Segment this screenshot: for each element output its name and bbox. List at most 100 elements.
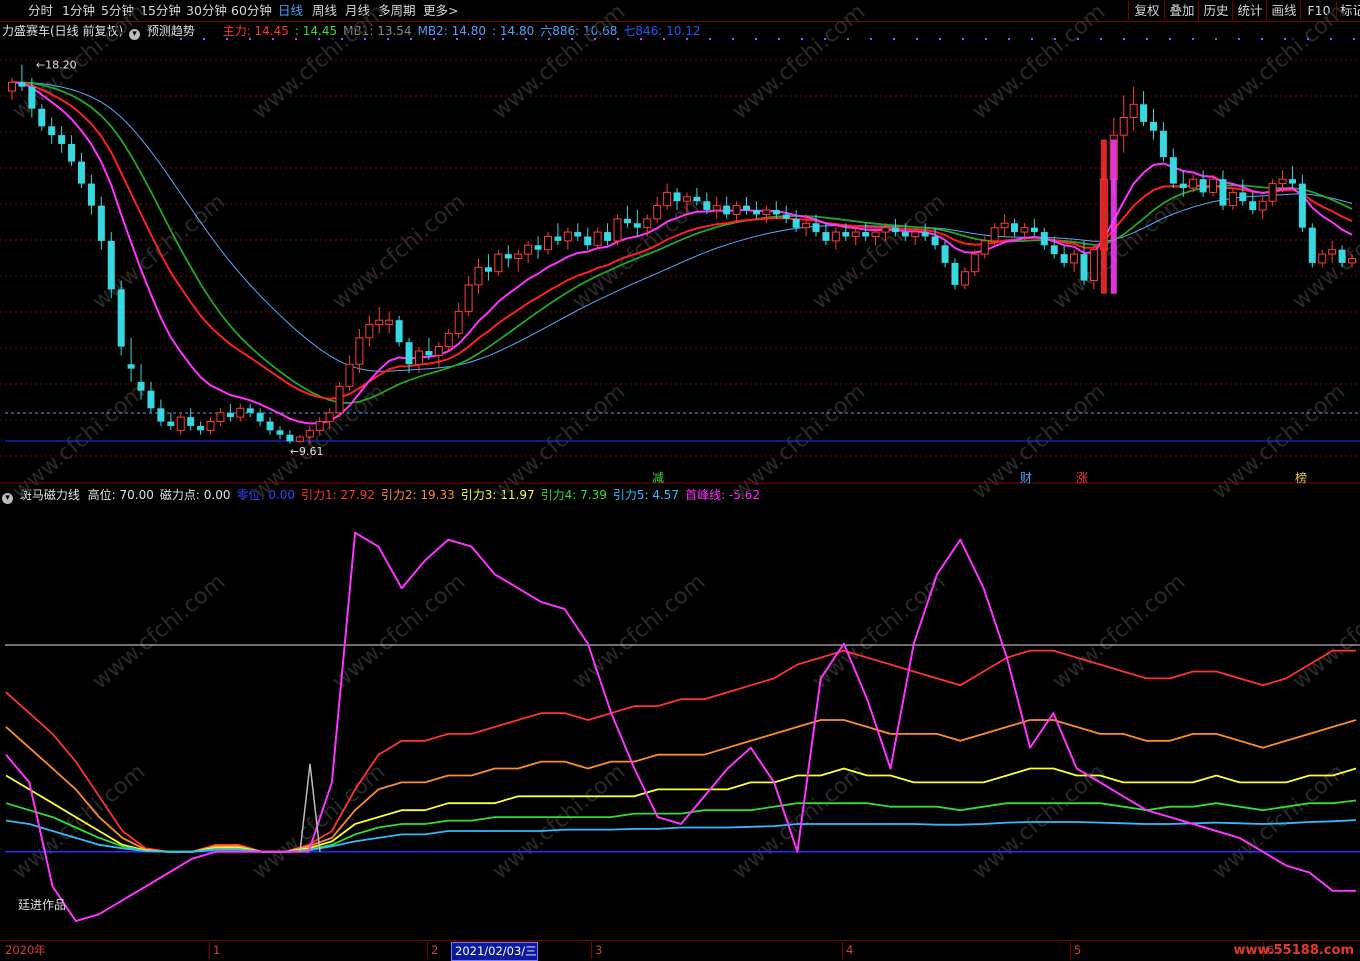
- candle-body: [355, 337, 364, 365]
- dot-marker: [1054, 38, 1056, 40]
- candle-body: [623, 218, 631, 224]
- dot-marker: [962, 38, 964, 40]
- candle-body: [216, 412, 225, 423]
- candle-body: [822, 232, 830, 241]
- candle-body: [434, 346, 443, 356]
- signal-marker: 财: [1020, 471, 1032, 485]
- candle-body: [951, 262, 959, 285]
- candle-body: [1328, 249, 1337, 255]
- candle-body: [563, 231, 572, 242]
- candle-body: [1179, 183, 1187, 188]
- dot-marker: [180, 38, 182, 40]
- dot-marker: [594, 38, 596, 40]
- candle-body: [365, 324, 374, 339]
- candle-body: [1199, 179, 1207, 193]
- watermark-text: www.cfchi.com: [328, 189, 470, 314]
- watermark-text: www.cfchi.com: [1208, 379, 1350, 504]
- candle-body: [901, 232, 909, 237]
- candle-body: [1249, 201, 1257, 211]
- candle-body: [703, 201, 711, 211]
- candle-body: [831, 231, 840, 242]
- candle-body: [206, 421, 215, 431]
- candle-body: [584, 236, 592, 246]
- candle-body: [28, 86, 36, 109]
- dot-marker: [226, 38, 228, 40]
- watermark-text: www.cfchi.com: [1288, 569, 1360, 694]
- dot-marker: [893, 38, 895, 40]
- breakout-bar: [1100, 139, 1107, 294]
- watermark-text: www.cfchi.com: [8, 759, 150, 884]
- dot-marker: [1100, 38, 1102, 40]
- candle-body: [395, 320, 403, 343]
- dot-marker: [1123, 38, 1125, 40]
- candle-body: [1159, 130, 1167, 158]
- dot-marker: [272, 38, 274, 40]
- candle-body: [335, 385, 344, 414]
- candle-body: [911, 231, 920, 237]
- candle-body: [58, 135, 66, 144]
- dot-marker: [295, 38, 297, 40]
- candle-body: [802, 222, 811, 229]
- candle-body: [1050, 245, 1058, 255]
- candle-body: [295, 436, 304, 442]
- watermark-layer: www.cfchi.com www.cfchi.com www.cfchi.com w…: [8, 0, 1360, 885]
- dot-marker: [249, 38, 251, 40]
- candle-body: [921, 232, 929, 237]
- candle-body: [68, 143, 76, 162]
- watermark-text: www.cfchi.com: [728, 0, 870, 125]
- dot-marker: [1284, 38, 1286, 40]
- indicator-line: [5, 649, 1356, 853]
- candle-body: [970, 253, 979, 273]
- candle-body: [107, 240, 115, 290]
- candle-body: [1318, 253, 1327, 264]
- dot-marker: [1146, 38, 1148, 40]
- candlestick-series[interactable]: [8, 64, 1356, 444]
- date-label: 5: [1070, 942, 1081, 959]
- candle-body: [1129, 103, 1138, 118]
- dot-marker: [433, 38, 435, 40]
- candle-body: [167, 421, 175, 426]
- dot-marker: [801, 38, 803, 40]
- candle-body: [474, 266, 483, 286]
- dot-marker: [778, 38, 780, 40]
- candle-body: [842, 232, 850, 237]
- candle-body: [891, 227, 899, 233]
- candle-body: [990, 227, 999, 242]
- selected-date-label[interactable]: 2021/02/03/三: [451, 942, 538, 961]
- dot-marker: [1077, 38, 1079, 40]
- watermark-text: www.cfchi.com: [248, 0, 390, 125]
- date-label: 1: [209, 942, 220, 959]
- candle-body: [1169, 157, 1177, 184]
- candle-body: [871, 231, 880, 237]
- candle-body: [157, 408, 165, 422]
- dot-marker: [709, 38, 711, 40]
- candle-body: [534, 245, 542, 250]
- dot-marker: [663, 38, 665, 40]
- candle-body: [812, 223, 820, 233]
- signal-marker: 榜: [1295, 470, 1307, 485]
- low-price-label: ←9.61: [290, 445, 324, 458]
- dot-marker: [1031, 38, 1033, 40]
- candle-body: [1288, 179, 1296, 184]
- price-grid: [0, 38, 1360, 457]
- candle-body: [1080, 254, 1088, 281]
- candle-body: [197, 425, 205, 431]
- candle-body: [1298, 183, 1306, 228]
- candle-body: [643, 218, 652, 229]
- chart-canvas[interactable]: www.cfchi.com www.cfchi.com www.cfchi.com w…: [0, 0, 1360, 940]
- date-label: 4: [842, 942, 853, 959]
- dot-marker: [410, 38, 412, 40]
- candle-body: [1149, 121, 1157, 131]
- dot-marker: [341, 38, 343, 40]
- candle-body: [1219, 179, 1227, 206]
- candle-body: [117, 289, 125, 347]
- candle-body: [1089, 249, 1098, 282]
- candle-body: [1119, 117, 1128, 136]
- watermark-text: www.cfchi.com: [808, 189, 950, 314]
- candle-body: [772, 210, 780, 215]
- dot-marker: [939, 38, 941, 40]
- candle-body: [1020, 227, 1029, 233]
- candle-body: [762, 209, 771, 215]
- indicator-line: [5, 767, 1357, 853]
- candle-body: [752, 210, 760, 215]
